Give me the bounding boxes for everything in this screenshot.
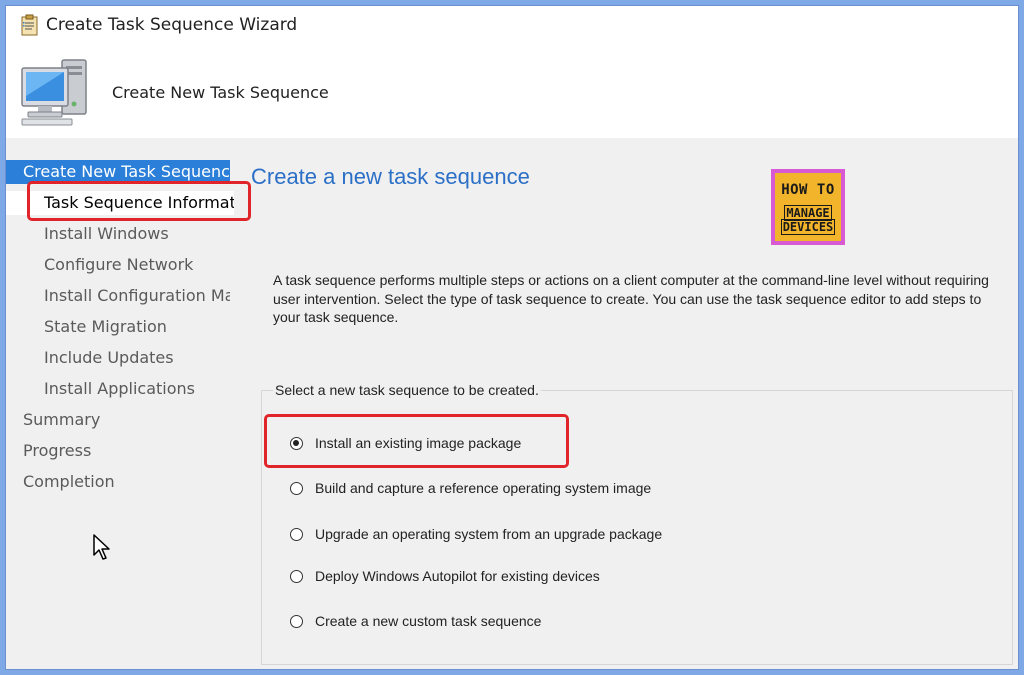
radio-button[interactable]	[290, 527, 303, 541]
option-label[interactable]: Install an existing image package	[315, 435, 521, 451]
radio-button[interactable]	[290, 569, 303, 583]
logo-text-how-to: HOW TO	[781, 182, 835, 198]
nav-step-summary[interactable]: Summary	[6, 408, 230, 432]
wizard-body: Create New Task Sequence Task Sequence I…	[6, 138, 1018, 669]
nav-step-include-updates[interactable]: Include Updates	[6, 346, 230, 370]
nav-step-install-windows[interactable]: Install Windows	[6, 222, 230, 246]
option-label[interactable]: Deploy Windows Autopilot for existing de…	[315, 568, 600, 584]
wizard-header: Create New Task Sequence	[6, 46, 1018, 138]
logo-inner: HOW TO MANAGE DEVICES	[775, 173, 841, 241]
nav-step-configure-network[interactable]: Configure Network	[6, 253, 230, 277]
nav-step-create-new-task-sequence[interactable]: Create New Task Sequence	[6, 160, 230, 184]
option-deploy-autopilot[interactable]: Deploy Windows Autopilot for existing de…	[290, 565, 600, 587]
wizard-steps-nav: Create New Task Sequence Task Sequence I…	[6, 138, 246, 669]
group-label: Select a new task sequence to be created…	[273, 382, 541, 398]
wizard-clipboard-icon	[21, 14, 38, 36]
nav-step-state-migration[interactable]: State Migration	[6, 315, 230, 339]
radio-button[interactable]	[290, 481, 303, 495]
header-title: Create New Task Sequence	[112, 83, 329, 102]
radio-button[interactable]	[290, 614, 303, 628]
nav-step-progress[interactable]: Progress	[6, 439, 230, 463]
option-label[interactable]: Build and capture a reference operating …	[315, 480, 651, 496]
option-label[interactable]: Create a new custom task sequence	[315, 613, 541, 629]
option-label[interactable]: Upgrade an operating system from an upgr…	[315, 526, 662, 542]
title-bar: Create Task Sequence Wizard	[6, 6, 1018, 46]
option-upgrade-os[interactable]: Upgrade an operating system from an upgr…	[290, 523, 662, 545]
option-custom-task-sequence[interactable]: Create a new custom task sequence	[290, 610, 541, 632]
computer-icon	[21, 59, 87, 126]
page-title: Create a new task sequence	[251, 164, 530, 189]
nav-step-install-configuration-manager[interactable]: Install Configuration Manager	[6, 284, 230, 308]
wizard-content-panel: Create a new task sequence HOW TO MANAGE…	[234, 138, 1018, 669]
nav-step-completion[interactable]: Completion	[6, 470, 230, 494]
howto-manage-devices-logo: HOW TO MANAGE DEVICES	[771, 169, 845, 245]
option-install-existing-image[interactable]: Install an existing image package	[290, 432, 521, 454]
logo-text-devices: DEVICES	[780, 219, 836, 235]
option-build-and-capture[interactable]: Build and capture a reference operating …	[290, 477, 651, 499]
mouse-pointer-icon	[93, 534, 110, 560]
wizard-window: Create Task Sequence Wizard Create New T…	[5, 5, 1019, 670]
window-title: Create Task Sequence Wizard	[46, 15, 298, 35]
description-text: A task sequence performs multiple steps …	[273, 272, 989, 325]
nav-step-task-sequence-information[interactable]: Task Sequence Information	[6, 191, 246, 215]
radio-button-checked[interactable]	[290, 436, 303, 450]
logo-text-manage-devices: MANAGE DEVICES	[775, 205, 841, 235]
nav-step-install-applications[interactable]: Install Applications	[6, 377, 230, 401]
